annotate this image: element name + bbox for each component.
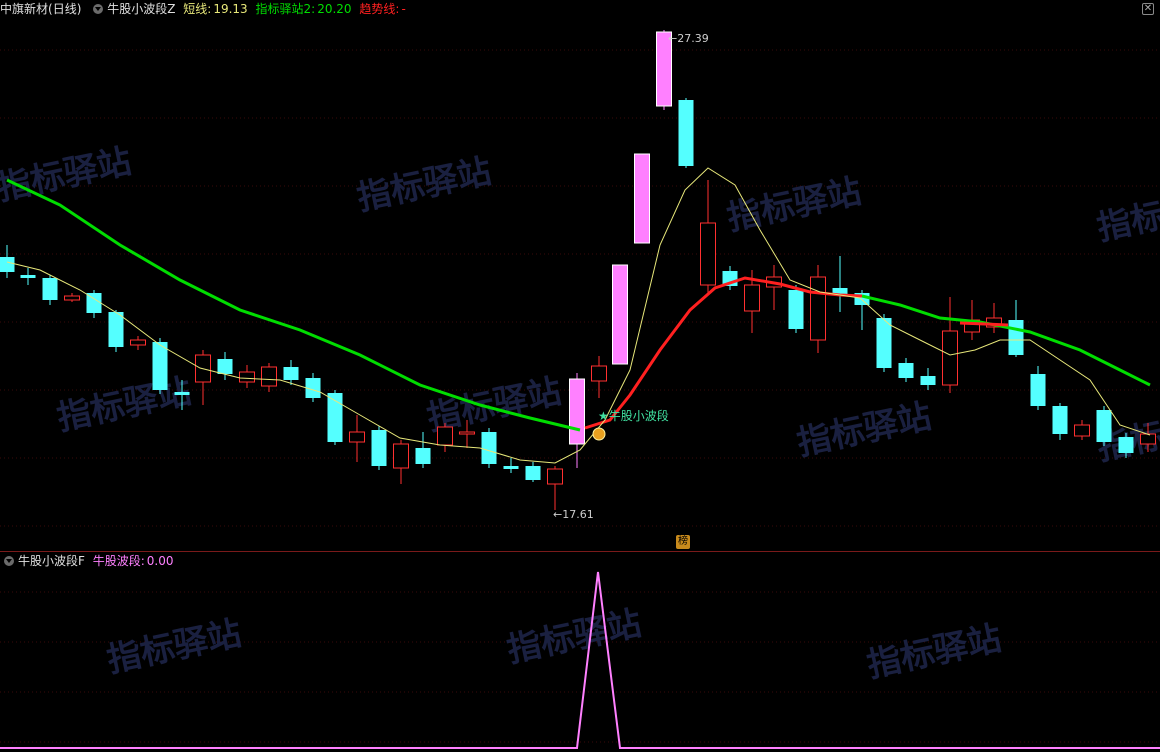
main-title-bar: 中旗新材(日线) 牛股小波段Z 短线: 19.13 指标驿站2: 20.20 趋势线…	[0, 0, 410, 18]
candle-up	[1140, 433, 1156, 445]
candle-up	[744, 284, 760, 312]
trend-value: -	[401, 2, 406, 16]
candle-down	[1096, 410, 1112, 442]
candle-down	[108, 312, 124, 347]
indicator-menu-icon[interactable]	[93, 4, 104, 14]
candlestick-chart[interactable]: 指标驿站 指标驿站 指标驿站 指标驿站指标驿站 指标驿站 指标驿站 指标驿站←27.39←1…	[0, 0, 1160, 551]
candle-down	[678, 100, 694, 166]
watermark: 指标驿站	[54, 371, 195, 438]
zhibiao2-label: 指标驿站2:	[255, 2, 316, 16]
wave-indicator-chart[interactable]: 指标驿站 指标驿站 指标驿站	[0, 552, 1160, 752]
candle-down	[788, 290, 804, 329]
signal-label: ★牛股小波段	[598, 408, 669, 423]
candle-surge	[569, 378, 585, 445]
candle-down	[876, 318, 892, 368]
candle-up	[349, 431, 365, 443]
candle-up	[239, 371, 255, 383]
candle-down	[174, 392, 190, 395]
short-line-value: 19.13	[213, 2, 248, 16]
candle-up	[459, 431, 475, 435]
watermark: 指标驿站	[1094, 181, 1160, 248]
stock-name: 中旗新材	[0, 2, 49, 16]
candle-down	[283, 367, 299, 380]
sub-indicator-name[interactable]: 牛股小波段F	[18, 554, 85, 568]
candle-surge	[612, 264, 628, 365]
zhibiao2-value: 20.20	[317, 2, 352, 16]
sub-chart-panel[interactable]: 指标驿站 指标驿站 指标驿站 牛股小波段F 牛股波段: 0.00	[0, 551, 1160, 752]
watermark: 指标驿站	[794, 396, 935, 463]
indicator-name[interactable]: 牛股小波段Z	[107, 2, 175, 16]
indicator-menu-icon[interactable]	[4, 556, 14, 566]
high-price-label: ←27.39	[668, 32, 709, 45]
rank-badge[interactable]: 榜	[676, 535, 690, 549]
candle-up	[393, 443, 409, 469]
candle-up	[591, 365, 607, 382]
candle-up	[700, 222, 716, 286]
trend-label: 趋势线:	[359, 2, 400, 16]
watermark: 指标驿站	[724, 171, 865, 238]
candle-up	[437, 426, 453, 446]
wave-value: 0.00	[146, 554, 174, 568]
candle-up	[547, 468, 563, 485]
watermark: 指标驿站	[504, 603, 645, 670]
candle-up	[942, 330, 958, 386]
candle-down	[481, 432, 497, 464]
main-chart-panel[interactable]: 指标驿站 指标驿站 指标驿站 指标驿站 指标驿站 指标驿站 指标驿站 指标驿站 ←27.39 ←1…	[0, 0, 1160, 551]
money-bag-icon	[592, 427, 606, 441]
sub-title-bar: 牛股小波段F 牛股波段: 0.00	[0, 552, 178, 570]
candle-down	[1118, 437, 1134, 453]
watermark: 指标驿站	[354, 151, 495, 218]
candle-up	[130, 339, 146, 346]
watermark: 指标驿站	[104, 613, 245, 680]
candle-down	[503, 466, 519, 469]
short-line-label: 短线:	[183, 2, 212, 16]
candle-down	[920, 376, 936, 385]
candle-down	[371, 430, 387, 466]
period-label: (日线)	[48, 2, 82, 16]
close-icon[interactable]: ✕	[1142, 3, 1154, 15]
candle-down	[415, 448, 431, 464]
candle-down	[152, 342, 168, 390]
candle-surge	[634, 153, 650, 244]
candle-down	[898, 363, 914, 378]
candle-down	[1008, 320, 1024, 355]
candle-up	[64, 295, 80, 301]
watermark: 指标驿站	[864, 618, 1005, 685]
watermark: 指标驿站	[0, 141, 135, 208]
low-price-label: ←17.61	[553, 508, 594, 521]
candle-down	[1052, 406, 1068, 434]
candle-down	[525, 466, 541, 480]
candle-up	[810, 276, 826, 341]
trend-line	[959, 321, 1009, 327]
candle-down	[0, 257, 15, 272]
candle-up	[261, 366, 277, 387]
candle-up	[1074, 424, 1090, 437]
candle-down	[20, 275, 36, 278]
candle-down	[217, 359, 233, 374]
candle-down	[42, 278, 58, 300]
candle-down	[1030, 374, 1046, 406]
wave-label: 牛股波段:	[92, 554, 145, 568]
